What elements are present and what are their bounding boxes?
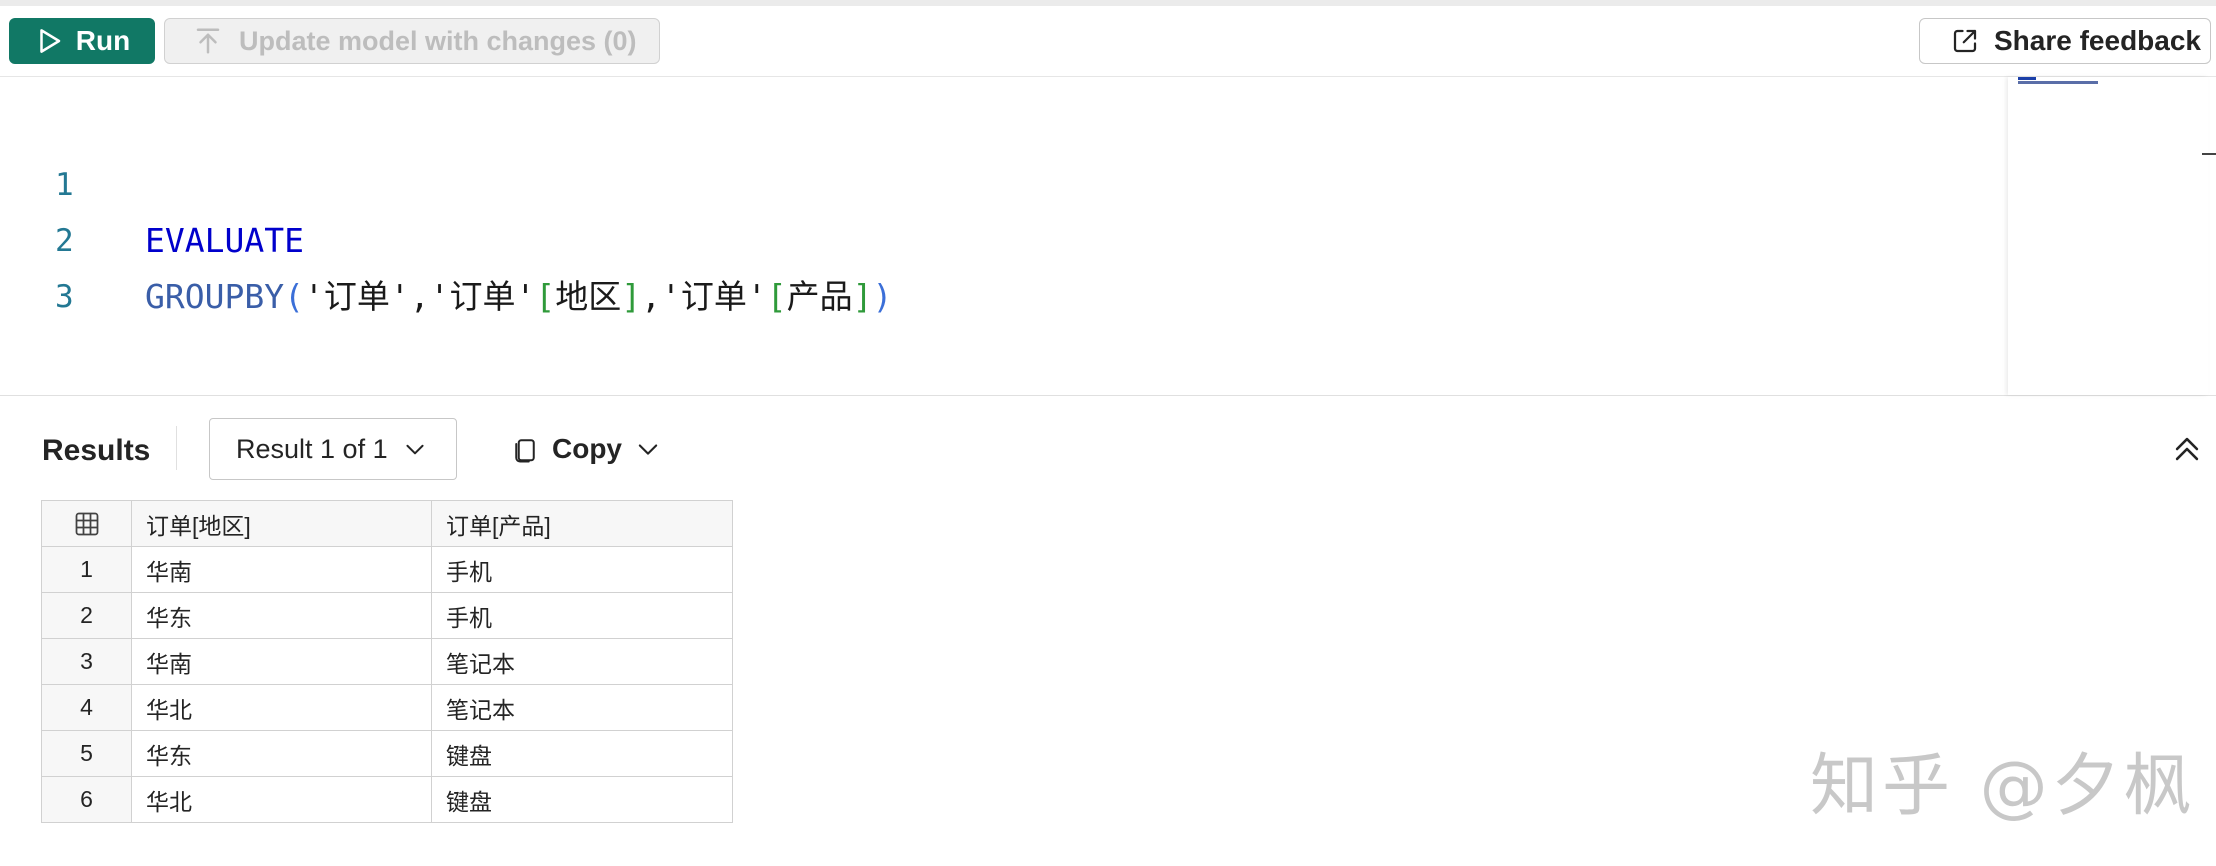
table-header-row: 订单[地区] 订单[产品]: [41, 500, 733, 547]
open-bracket: [: [766, 277, 787, 316]
row-index: 4: [41, 684, 132, 731]
cell-region[interactable]: 华南: [131, 638, 432, 685]
play-icon: [40, 29, 61, 53]
code-line-3[interactable]: 3: [0, 213, 79, 315]
cell-region[interactable]: 华南: [131, 546, 432, 593]
function-name: GROUPBY: [145, 277, 285, 316]
column-name: 产品: [786, 277, 853, 316]
table-row: 5 华东 键盘: [41, 730, 733, 777]
table-row: 3 华南 笔记本: [41, 638, 733, 685]
copy-button-label: Copy: [552, 433, 622, 464]
toolbar: Run Update model with changes (0) Share …: [0, 6, 2216, 77]
query-editor[interactable]: 1 EVALUATE 2 GROUPBY('订单','订单'[地区],'订单'[…: [0, 77, 2216, 396]
copy-button[interactable]: Copy: [510, 418, 662, 480]
close-paren: ): [872, 277, 893, 316]
share-feedback-button[interactable]: Share feedback: [1919, 18, 2211, 64]
table-row: 1 华南 手机: [41, 546, 733, 593]
table-corner-cell[interactable]: [41, 500, 132, 547]
minimap-line: [2018, 77, 2036, 80]
divider: [176, 426, 177, 470]
cell-product[interactable]: 键盘: [431, 730, 733, 777]
column-header-region[interactable]: 订单[地区]: [131, 500, 432, 547]
comma: ,: [641, 277, 661, 316]
code-line-2[interactable]: 2 GROUPBY('订单','订单'[地区],'订单'[产品]): [0, 157, 892, 316]
table-ref: '订单': [429, 277, 536, 316]
run-button[interactable]: Run: [9, 18, 155, 64]
row-index: 1: [41, 546, 132, 593]
chevron-double-up-icon[interactable]: [2170, 432, 2204, 466]
cell-region[interactable]: 华东: [131, 592, 432, 639]
row-index: 6: [41, 776, 132, 823]
table-ref: '订单': [303, 277, 410, 316]
cell-product[interactable]: 手机: [431, 546, 733, 593]
close-bracket: ]: [852, 277, 873, 316]
editor-minimap[interactable]: [2008, 77, 2208, 395]
share-feedback-label: Share feedback: [1994, 25, 2201, 56]
update-model-button[interactable]: Update model with changes (0): [164, 18, 660, 64]
table-row: 2 华东 手机: [41, 592, 733, 639]
result-selector-value: Result 1 of 1: [236, 433, 388, 464]
copy-icon: [515, 439, 535, 463]
table-row: 6 华北 键盘: [41, 776, 733, 823]
row-index: 2: [41, 592, 132, 639]
upload-arrow-icon: [196, 28, 220, 54]
minimap-line: [2018, 81, 2098, 84]
row-index: 5: [41, 730, 132, 777]
column-header-product[interactable]: 订单[产品]: [431, 500, 733, 547]
open-external-icon: [1953, 29, 1977, 53]
chevron-down-icon: [638, 444, 658, 455]
results-title: Results: [42, 434, 151, 467]
watermark: 知乎 @夕枫: [1810, 747, 2196, 826]
keyword-evaluate: EVALUATE: [145, 221, 304, 260]
editor-scrollbar-marker[interactable]: [2202, 153, 2216, 155]
row-index: 3: [41, 638, 132, 685]
table-ref: '订单': [660, 277, 767, 316]
grid-icon: [75, 512, 98, 536]
cell-region[interactable]: 华北: [131, 776, 432, 823]
cell-region[interactable]: 华北: [131, 684, 432, 731]
open-bracket: [: [535, 277, 556, 316]
table-row: 4 华北 笔记本: [41, 684, 733, 731]
update-model-label: Update model with changes (0): [239, 25, 637, 56]
open-paren: (: [284, 277, 304, 316]
cell-product[interactable]: 键盘: [431, 776, 733, 823]
result-selector-dropdown[interactable]: Result 1 of 1: [209, 418, 457, 480]
code-groupby-expression: GROUPBY('订单','订单'[地区],'订单'[产品]): [145, 269, 892, 325]
cell-product[interactable]: 手机: [431, 592, 733, 639]
column-name: 地区: [555, 277, 622, 316]
chevron-down-icon: [406, 444, 424, 455]
code-line-1[interactable]: 1 EVALUATE: [0, 101, 304, 260]
run-button-label: Run: [75, 25, 131, 56]
results-table: 订单[地区] 订单[产品] 1 华南 手机 2 华东 手机 3 华南 笔记本 4…: [41, 500, 733, 823]
line-number: 3: [55, 279, 74, 315]
cell-product[interactable]: 笔记本: [431, 684, 733, 731]
close-bracket: ]: [621, 277, 642, 316]
comma: ,: [409, 277, 430, 316]
cell-region[interactable]: 华东: [131, 730, 432, 777]
cell-product[interactable]: 笔记本: [431, 638, 733, 685]
results-header: Results Result 1 of 1 Copy: [0, 396, 2216, 500]
